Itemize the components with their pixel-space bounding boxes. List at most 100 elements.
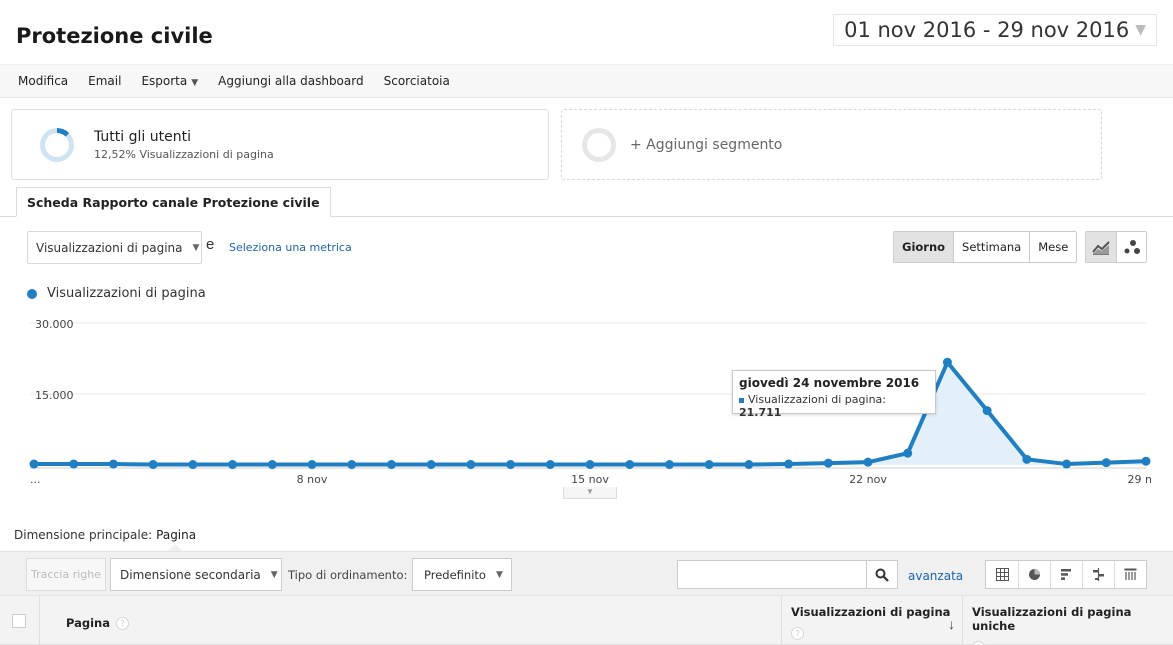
data-point <box>108 459 118 469</box>
data-point <box>744 460 754 470</box>
chevron-down-icon: ▼ <box>495 569 503 580</box>
x-tick-label: 15 nov <box>571 473 609 486</box>
help-icon[interactable]: ? <box>972 641 985 645</box>
series-square-icon <box>739 397 744 403</box>
select-metric-link[interactable]: Seleziona una metrica <box>229 241 352 254</box>
segment-all-users[interactable]: Tutti gli utenti 12,52% Visualizzazioni … <box>11 109 549 180</box>
data-point <box>903 448 913 458</box>
plot-rows-button[interactable]: Traccia righe <box>26 558 106 591</box>
edit-button[interactable]: Modifica <box>18 74 68 88</box>
motion-chart-button[interactable] <box>1116 232 1146 262</box>
period-day-button[interactable]: Giorno <box>894 232 954 262</box>
metric-select[interactable]: Visualizzazioni di pagina ▼ <box>27 231 202 264</box>
tab-report[interactable]: Scheda Rapporto canale Protezione civile <box>16 187 331 217</box>
tooltip-line: Visualizzazioni di pagina: 21.711 <box>739 393 929 419</box>
advanced-filter-link[interactable]: avanzata <box>908 569 963 583</box>
y-tick-label: 15.000 <box>35 389 74 402</box>
metric-select-value: Visualizzazioni di pagina <box>36 240 183 255</box>
bubble-chart-icon <box>1124 240 1140 254</box>
date-range-label: 01 nov 2016 - 29 nov 2016 <box>844 18 1130 42</box>
legend-series-label: Visualizzazioni di pagina <box>47 286 206 301</box>
column-header-page[interactable]: Pagina? <box>66 616 130 630</box>
data-point <box>228 460 238 470</box>
shortcut-button[interactable]: Scorciatoia <box>384 74 450 88</box>
add-to-dashboard-button[interactable]: Aggiungi alla dashboard <box>218 74 363 88</box>
select-all-checkbox[interactable] <box>12 614 26 628</box>
data-table-view-button[interactable] <box>986 561 1018 588</box>
chart-tooltip: giovedì 24 novembre 2016 Visualizzazioni… <box>732 370 936 419</box>
line-chart-button[interactable] <box>1086 232 1116 262</box>
column-header-page-label: Pagina <box>66 616 111 630</box>
primary-dimension-value[interactable]: Pagina <box>156 528 196 542</box>
period-week-button[interactable]: Settimana <box>953 232 1030 262</box>
sort-descending-icon: ↓ <box>948 616 955 632</box>
table-view-toggle <box>985 560 1147 589</box>
add-segment-label: + Aggiungi segmento <box>630 136 783 153</box>
primary-dimension: Dimensione principale: Pagina <box>14 528 196 542</box>
tooltip-label: Visualizzazioni di pagina: <box>748 393 886 406</box>
chevron-down-icon: ▼ <box>192 242 200 253</box>
primary-dimension-label: Dimensione principale: <box>14 528 153 542</box>
column-divider <box>39 596 40 645</box>
date-range-picker[interactable]: 01 nov 2016 - 29 nov 2016 ▼ <box>833 14 1157 46</box>
data-point <box>1141 456 1151 466</box>
export-button[interactable]: Esporta ▼ <box>141 74 198 88</box>
pivot-view-button[interactable] <box>1114 561 1146 588</box>
period-month-button[interactable]: Mese <box>1029 232 1077 262</box>
page-title: Protezione civile <box>16 24 213 48</box>
chart-legend: Visualizzazioni di pagina <box>27 286 206 301</box>
secondary-dimension-select[interactable]: Dimensione secondaria ▼ <box>110 558 282 591</box>
comparison-view-button[interactable] <box>1082 561 1114 588</box>
help-icon[interactable]: ? <box>116 617 130 630</box>
empty-segment-ring-icon <box>582 127 616 162</box>
search-button[interactable] <box>866 560 898 589</box>
chart-collapse-handle[interactable]: ▼ <box>563 487 617 499</box>
segment-share-ring-icon <box>40 127 74 162</box>
email-button[interactable]: Email <box>88 74 121 88</box>
segment-name: Tutti gli utenti <box>94 128 191 145</box>
table-search-input[interactable] <box>677 560 867 589</box>
data-point <box>704 460 714 470</box>
chevron-down-icon: ▼ <box>1135 22 1146 38</box>
and-label: e <box>206 236 215 253</box>
chart-type-toggle <box>1085 231 1147 263</box>
table-header: Pagina? Visualizzazioni di pagina ? ↓ Vi… <box>0 596 1173 645</box>
data-point <box>585 460 595 470</box>
x-tick-label: 29 n <box>1128 473 1152 486</box>
data-point <box>1062 459 1072 469</box>
data-point <box>1101 458 1111 468</box>
data-point <box>426 460 436 470</box>
column-header-unique-pageviews[interactable]: Visualizzazioni di pagina uniche ? <box>962 596 1173 645</box>
performance-view-button[interactable] <box>1050 561 1082 588</box>
comparison-icon <box>1093 568 1104 581</box>
chevron-down-icon: ▼ <box>270 569 278 580</box>
add-segment-button[interactable]: + Aggiungi segmento <box>561 109 1102 180</box>
help-icon[interactable]: ? <box>791 627 804 640</box>
x-tick-label: ... <box>30 473 41 486</box>
x-tick-label: 8 nov <box>297 473 328 486</box>
pie-view-button[interactable] <box>1018 561 1050 588</box>
series-dot-icon <box>27 288 37 299</box>
data-point <box>506 460 516 470</box>
action-bar: Modifica Email Esporta ▼ Aggiungi alla da… <box>0 64 1173 98</box>
dimension-notch <box>168 544 182 551</box>
data-point <box>386 460 396 470</box>
chevron-down-icon: ▼ <box>191 78 199 88</box>
data-point <box>942 357 952 367</box>
sort-type-select[interactable]: Predefinito ▼ <box>412 558 512 591</box>
data-point <box>625 460 635 470</box>
column-header-pageviews[interactable]: Visualizzazioni di pagina ? ↓ <box>781 596 961 645</box>
secondary-dimension-label: Dimensione secondaria <box>120 567 261 582</box>
data-point <box>545 460 555 470</box>
data-point <box>664 460 674 470</box>
line-chart-icon <box>1092 241 1110 255</box>
pivot-icon <box>1124 568 1137 580</box>
y-tick-label: 30.000 <box>35 318 74 331</box>
column-header-unique-pageviews-label: Visualizzazioni di pagina uniche <box>972 605 1132 633</box>
segment-share: 12,52% Visualizzazioni di pagina <box>94 147 274 161</box>
data-point <box>1022 454 1032 464</box>
data-point <box>784 459 794 469</box>
sort-type-label: Tipo di ordinamento: <box>288 568 408 582</box>
x-tick-label: 22 nov <box>849 473 887 486</box>
data-point <box>307 460 317 470</box>
